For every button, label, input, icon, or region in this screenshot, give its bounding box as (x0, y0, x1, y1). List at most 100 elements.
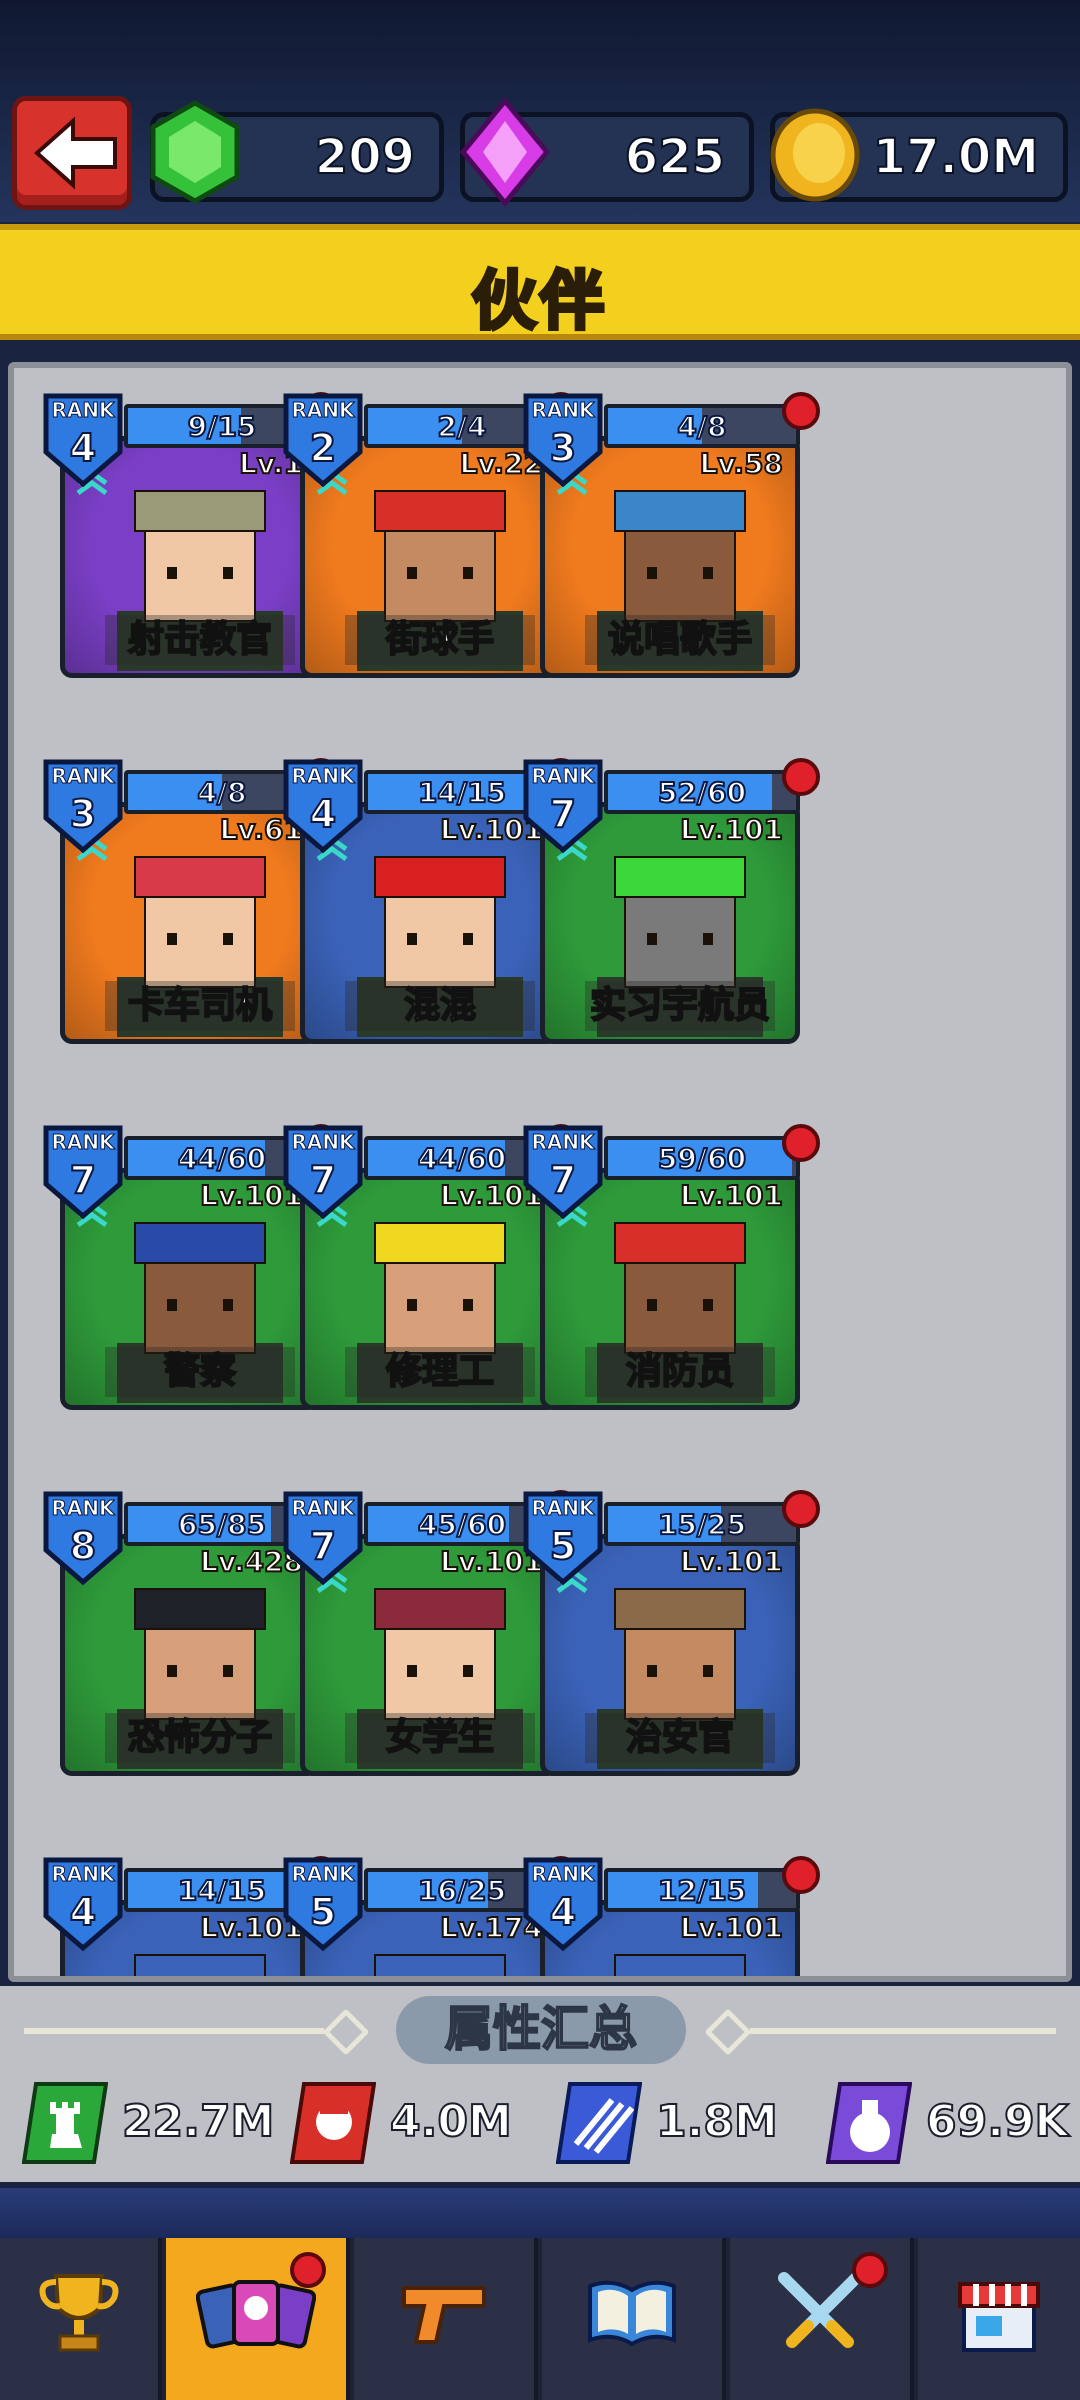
partner-rank-label: RANK (531, 764, 595, 789)
partner-rank-badge: RANK 7 (522, 756, 604, 854)
purple-gem-counter[interactable]: 625 (459, 97, 754, 207)
partner-grid[interactable]: Lv.1 射击教官 9/15 RANK 4 Lv.22 街球手 2/4 RANK 2 Lv.58 说唱… (8, 362, 1072, 1982)
partner-shard-progress: 59/60 (604, 1136, 800, 1180)
green-gem-value: 209 (314, 128, 416, 186)
partner-card[interactable]: Lv.101 修理工 44/60 RANK 7 (280, 1114, 580, 1414)
partner-name: 警察 (105, 1347, 295, 1397)
attribute-summary: 属性汇总 22.7M 4.0M 1.8M 69.9K (0, 1986, 1080, 2182)
purple-gem-icon (459, 97, 551, 207)
money-bag-icon (826, 2082, 912, 2164)
partner-shard-count: 4/8 (676, 409, 727, 444)
back-arrow-icon (33, 116, 117, 190)
partner-rank: 7 (309, 1523, 337, 1569)
partner-rank: 7 (549, 791, 577, 837)
partner-rank: 8 (69, 1523, 97, 1569)
partner-card[interactable]: Lv.101 消防员 59/60 RANK 7 (520, 1114, 820, 1414)
partner-rank-label: RANK (531, 1496, 595, 1521)
partner-card[interactable]: Lv.174 16/25 RANK 5 (280, 1846, 580, 1976)
partner-rank-label: RANK (291, 1130, 355, 1155)
partner-rank-badge: RANK 4 (42, 390, 124, 488)
tab-partners[interactable] (166, 2238, 350, 2400)
tab-book[interactable] (542, 2238, 726, 2400)
partner-card[interactable]: Lv.22 街球手 2/4 RANK 2 (280, 382, 580, 682)
partner-rank-badge: RANK 2 (282, 390, 364, 488)
partner-rank: 4 (69, 425, 97, 471)
stat-money: 69.9K (826, 2082, 1076, 2164)
partner-level: Lv.58 (699, 446, 784, 481)
stat-fist-value: 4.0M (389, 2095, 513, 2148)
partner-shard-progress: 52/60 (604, 770, 800, 814)
partner-rank-badge: RANK 5 (282, 1854, 364, 1952)
partner-rank: 7 (549, 1157, 577, 1203)
tab-trophy[interactable] (0, 2238, 162, 2400)
partner-level: Lv.101 (679, 1178, 784, 1213)
partner-card[interactable]: Lv.428 恐怖分子 65/85 RANK 8 (40, 1480, 320, 1780)
partner-notification-dot (782, 1490, 820, 1528)
partner-name: 治安官 (585, 1713, 775, 1763)
stat-tower-value: 22.7M (121, 2095, 275, 2148)
auto-bullets-icon (556, 2082, 642, 2164)
partner-name: 街球手 (345, 615, 535, 665)
partner-notification-dot (782, 758, 820, 796)
partner-rank: 2 (309, 425, 337, 471)
partner-rank-label: RANK (531, 398, 595, 423)
summary-title: 属性汇总 (396, 1996, 686, 2064)
partner-level: Lv.101 (679, 1544, 784, 1579)
partner-rank-label: RANK (291, 1496, 355, 1521)
purple-gem-value: 625 (624, 128, 726, 186)
tab-battle[interactable] (730, 2238, 914, 2400)
gold-coin-counter[interactable]: 17.0M (770, 108, 1068, 202)
partner-card[interactable]: Lv.101 女学生 45/60 RANK 7 (280, 1480, 580, 1780)
partner-rank: 4 (549, 1889, 577, 1935)
partner-card[interactable]: Lv.101 治安官 15/25 RANK 5 (520, 1480, 820, 1780)
partner-rank-badge: RANK 4 (42, 1854, 124, 1952)
partner-card[interactable]: Lv.1 射击教官 9/15 RANK 4 (40, 382, 340, 682)
partner-card[interactable]: Lv.101 12/15 RANK 4 (520, 1846, 820, 1976)
book-icon (588, 2280, 676, 2347)
green-gem-counter[interactable]: 209 (150, 100, 444, 204)
nav-divider (0, 2188, 1080, 2238)
partner-notification-dot (782, 392, 820, 430)
partner-rank: 4 (309, 791, 337, 837)
partner-rank-badge: RANK 7 (42, 1122, 124, 1220)
partner-card[interactable]: Lv.101 实习宇航员 52/60 RANK 7 (520, 748, 820, 1048)
summary-divider-left (24, 2028, 324, 2034)
partner-notification-dot (782, 1124, 820, 1162)
back-button[interactable] (12, 96, 132, 210)
partner-card[interactable]: Lv.101 混混 14/15 RANK 4 (280, 748, 580, 1048)
partner-name: 说唱歌手 (585, 615, 775, 665)
partner-rank-badge: RANK 5 (522, 1488, 604, 1586)
partner-rank-label: RANK (51, 1496, 115, 1521)
pistol-icon (402, 2286, 486, 2344)
partner-rank-badge: RANK 3 (522, 390, 604, 488)
partner-rank-badge: RANK 4 (282, 756, 364, 854)
partner-shard-count: 12/15 (657, 1873, 747, 1908)
partner-card[interactable]: Lv.58 说唱歌手 4/8 RANK 3 (520, 382, 820, 682)
partner-rank-badge: RANK 7 (282, 1488, 364, 1586)
gold-coin-icon (770, 108, 860, 202)
partner-rank: 7 (309, 1157, 337, 1203)
summary-divider-right (750, 2028, 1056, 2034)
partner-card[interactable]: Lv.101 警察 44/60 RANK 7 (40, 1114, 340, 1414)
fist-icon (290, 2082, 376, 2164)
partner-card[interactable]: Lv.61 卡车司机 4/8 RANK 3 (40, 748, 340, 1048)
partner-level: Lv.101 (679, 1910, 784, 1945)
partner-name: 女学生 (345, 1713, 535, 1763)
partner-level: Lv.101 (679, 812, 784, 847)
stat-auto-value: 1.8M (655, 2095, 779, 2148)
trophy-icon (39, 2274, 119, 2352)
partner-rank-badge: RANK 7 (282, 1122, 364, 1220)
partner-card[interactable]: Lv.101 14/15 RANK 4 (40, 1846, 340, 1976)
partner-rank: 3 (549, 425, 577, 471)
partner-rank-label: RANK (291, 398, 355, 423)
tab-weapons[interactable] (354, 2238, 538, 2400)
partner-rank-label: RANK (51, 1862, 115, 1887)
crossed-swords-icon (778, 2272, 862, 2348)
partner-rank-badge: RANK 4 (522, 1854, 604, 1952)
partner-rank-badge: RANK 7 (522, 1122, 604, 1220)
partner-rank-badge: RANK 3 (42, 756, 124, 854)
tab-shop[interactable] (918, 2238, 1080, 2400)
bottom-nav (0, 2238, 1080, 2400)
tab-partners-badge (290, 2252, 326, 2288)
diamond-ornament-icon (324, 2010, 368, 2054)
